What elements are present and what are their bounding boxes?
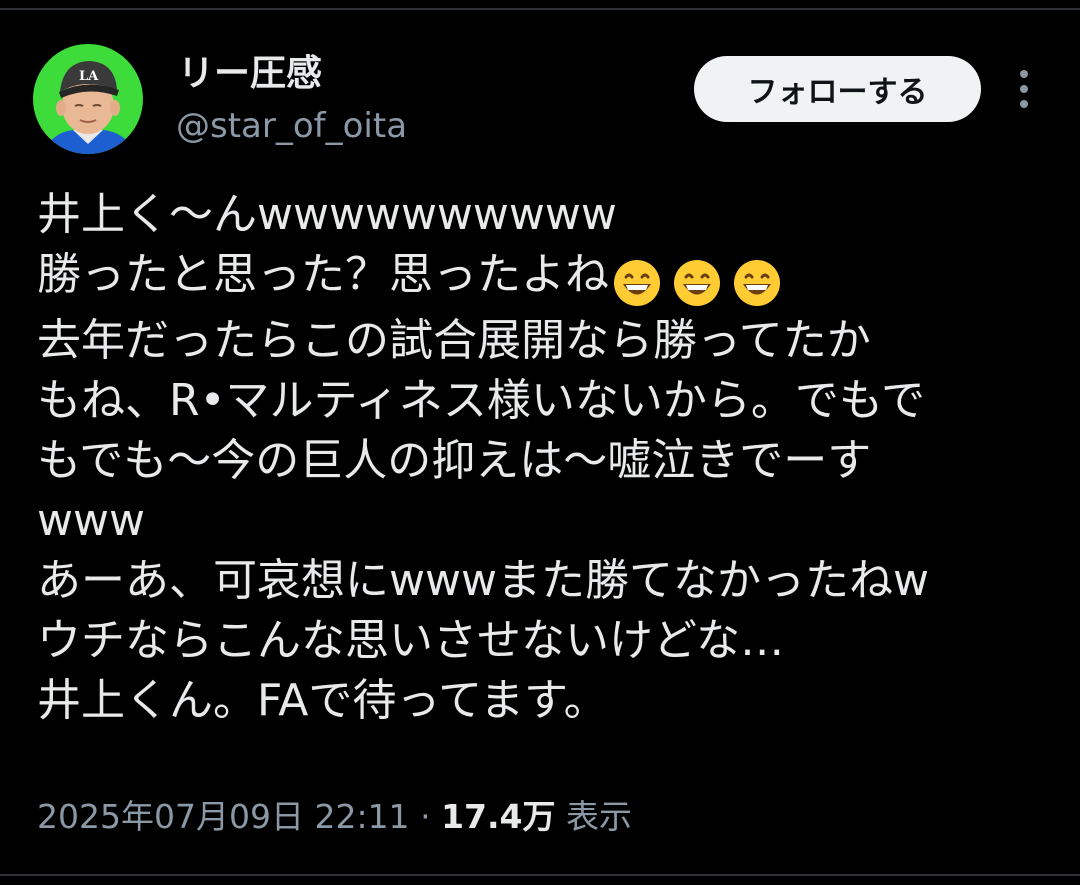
tweet-line: ウチならこんな思いさせないけどな… — [37, 615, 785, 666]
grinning-face-emoji — [614, 260, 660, 306]
meta-separator: · — [420, 797, 431, 836]
follow-button[interactable]: フォローする — [694, 56, 981, 122]
tweet-line: 井上く〜んwwwwwwwwww — [37, 189, 617, 240]
tweet-text: 井上く〜んwwwwwwwwww 勝ったと思った？思ったよね 去年だったらこの試合… — [37, 185, 1047, 731]
tweet-timestamp[interactable]: 2025年07月09日 22:11 — [37, 797, 410, 836]
top-divider — [0, 8, 1080, 10]
author-handle[interactable]: @star_of_oita — [176, 104, 407, 148]
tweet-line: www — [37, 495, 145, 546]
author-display-name[interactable]: リー圧感 — [178, 52, 322, 96]
tweet-line: もでも〜今の巨人の抑えは〜嘘泣きでーす — [37, 435, 872, 486]
views-count: 17.4万 — [441, 797, 556, 836]
emoji-group — [613, 251, 793, 311]
grinning-face-emoji — [734, 260, 780, 306]
views-label: 表示 — [565, 797, 632, 836]
tweet-line: あーあ、可哀想にwwwまた勝てなかったねw — [37, 555, 929, 606]
avatar-image: LA — [33, 44, 143, 154]
tweet-meta: 2025年07月09日 22:11 · 17.4万 表示 — [37, 795, 632, 839]
author-avatar[interactable]: LA — [33, 44, 143, 154]
tweet-line: 去年だったらこの試合展開なら勝ってたか — [37, 315, 871, 366]
bottom-divider — [0, 874, 1080, 876]
tweet-line: 井上くん。FAで待ってます。 — [37, 675, 608, 726]
cap-logo: LA — [79, 69, 99, 84]
tweet-line: 勝ったと思った？思ったよね — [37, 245, 1047, 311]
more-vertical-icon — [1020, 70, 1028, 108]
more-options-button[interactable] — [1004, 66, 1044, 112]
tweet-line-text: 勝ったと思った？思ったよね — [37, 249, 609, 300]
grinning-face-emoji — [674, 260, 720, 306]
tweet-line: もね、R•マルティネス様いないから。でもで — [37, 375, 926, 426]
